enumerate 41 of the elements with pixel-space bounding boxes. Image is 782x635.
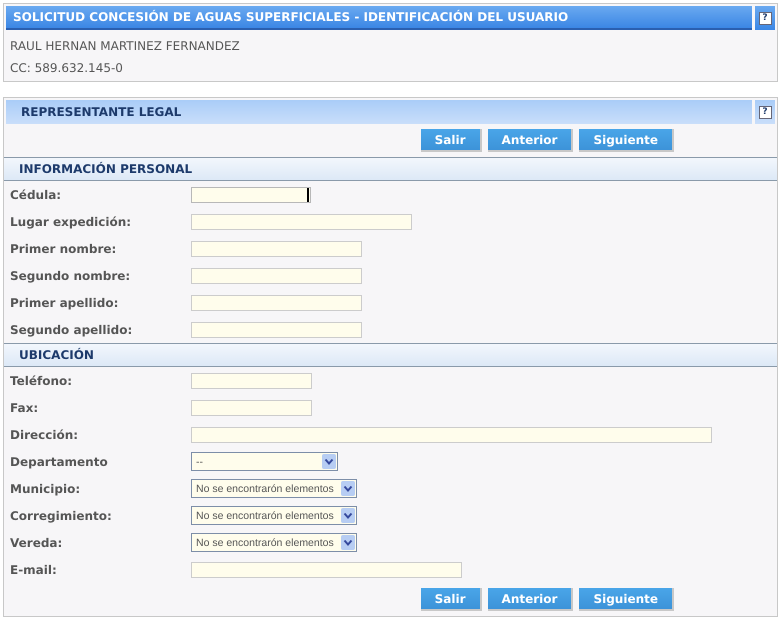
field-label: Vereda: [10, 536, 64, 550]
field-label: Teléfono: [10, 374, 74, 388]
section-header: INFORMACIÓN PERSONAL [4, 157, 777, 181]
field-label: Municipio: [10, 482, 82, 496]
help-button[interactable]: ? [755, 6, 775, 30]
input-field[interactable] [191, 214, 412, 230]
field-label: Segundo apellido: [10, 322, 134, 336]
dropdown[interactable]: -- [191, 452, 338, 471]
input-field[interactable] [191, 400, 312, 416]
input-field[interactable] [191, 322, 362, 338]
section-header: UBICACIÓN [4, 343, 777, 367]
input-field[interactable] [191, 562, 462, 578]
field-label: Segundo nombre: [10, 268, 132, 282]
field-label: Departamento [10, 454, 109, 468]
dropdown[interactable]: No se encontrarón elementos [191, 533, 357, 552]
input-field[interactable] [191, 186, 311, 202]
caret-icon [322, 454, 336, 469]
input-field[interactable] [191, 426, 712, 442]
panel-title: SOLICITUD CONCESIÓN DE AGUAS SUPERFICIALES - IDENTIFICACIÓN DEL USUARIO [6, 6, 752, 30]
field-label: Dirección: [10, 428, 80, 442]
dropdown[interactable]: No se encontrarón elementos [191, 506, 357, 525]
text-cursor [307, 188, 309, 202]
panel-title: REPRESENTANTE LEGAL [6, 100, 752, 124]
user-id: CC: 589.632.145-0 [10, 60, 124, 77]
input-field[interactable] [191, 268, 362, 284]
caret-icon [341, 508, 355, 523]
field-label: Fax: [10, 400, 40, 414]
caret-icon [341, 535, 355, 550]
field-label: E-mail: [10, 562, 58, 576]
help-button[interactable]: ? [755, 100, 775, 124]
field-label: Primer nombre: [10, 242, 118, 256]
user-name: RAUL HERNAN MARTINEZ FERNANDEZ [10, 38, 241, 55]
field-label: Primer apellido: [10, 296, 120, 310]
input-field[interactable] [191, 294, 362, 310]
field-label: Lugar expedición: [10, 214, 132, 228]
input-field[interactable] [191, 240, 362, 256]
caret-icon [341, 481, 355, 496]
field-label: Corregimiento: [10, 508, 113, 522]
input-field[interactable] [191, 372, 312, 388]
dropdown[interactable]: No se encontrarón elementos [191, 479, 357, 498]
field-label: Cédula: [10, 188, 62, 202]
